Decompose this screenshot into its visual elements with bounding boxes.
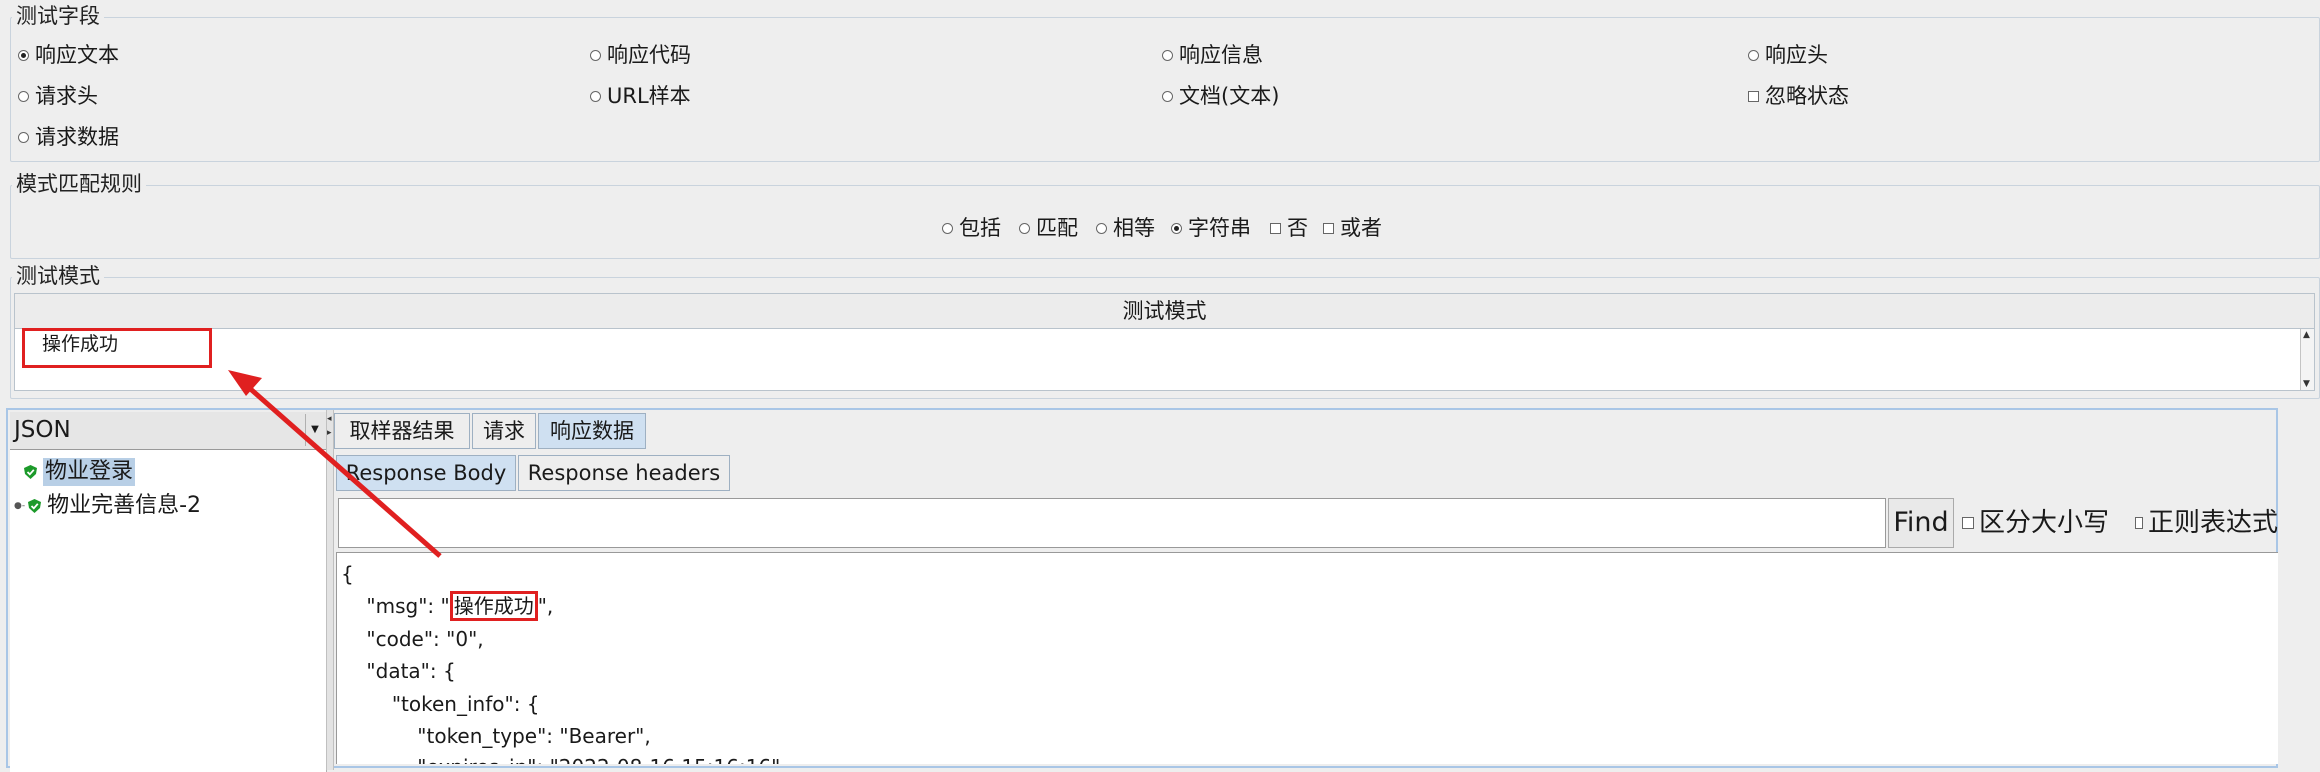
annotation-arrow	[228, 370, 442, 558]
